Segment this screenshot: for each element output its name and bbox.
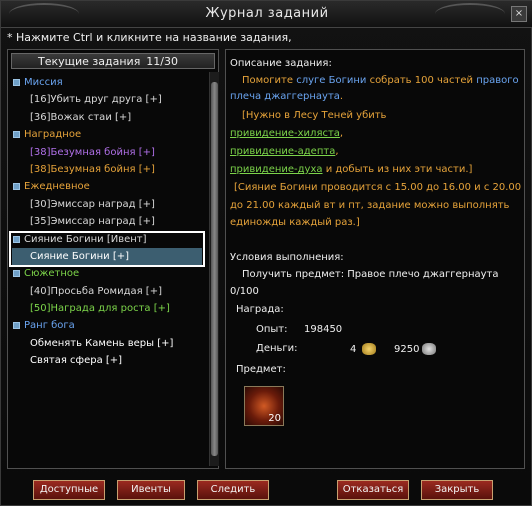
quest-item-label: [38]Безумная бойня [+] [30, 163, 155, 175]
quest-item[interactable]: [36]Вожак стаи [+] [12, 109, 202, 126]
quest-item[interactable]: [16]Убить друг друга [+] [12, 91, 202, 108]
silver-coin-icon [422, 343, 436, 355]
quest-category[interactable]: Сияние Богини [Ивент] [12, 231, 202, 248]
money-label: Деньги: [256, 343, 298, 354]
monster-link-row-3: привидение-духа и добыть из них эти част… [230, 164, 472, 175]
description-line-3: [Нужно в Лесу Теней убить [242, 110, 387, 121]
quest-journal-window: Журнал заданий × * Нажмите Ctrl и кликни… [0, 0, 532, 506]
quest-item-label: [50]Награда для роста [+] [30, 303, 170, 315]
monster-link-spirit[interactable]: привидение-духа [230, 164, 323, 175]
monster-link-hilyast[interactable]: привидение-хиляста [230, 128, 340, 139]
reward-label: Награда: [236, 304, 284, 315]
track-quest-button[interactable]: Следить [197, 480, 269, 500]
item-name-part: плеча джаггернаута [230, 91, 340, 102]
window-title: Журнал заданий [205, 6, 329, 21]
close-window-button[interactable]: × [511, 6, 527, 22]
exp-value: 198450 [304, 324, 343, 335]
event-info-line-1: [Сияние Богини проводится с 15.00 до 16.… [234, 182, 522, 193]
quest-item-label: Святая сфера [+] [30, 355, 123, 367]
quest-list-scrollbar[interactable] [209, 72, 219, 466]
item-name-part: правого [476, 75, 519, 86]
hint-text: * Нажмите Ctrl и кликните на название за… [7, 31, 292, 44]
available-quests-button[interactable]: Доступные [33, 480, 105, 500]
reward-item-quantity: 20 [268, 413, 281, 424]
desc-text: . [339, 91, 344, 102]
quest-category-label: Ранг бога [24, 320, 75, 332]
scrollbar-thumb[interactable] [211, 82, 218, 456]
npc-name: слуге Богини [296, 75, 367, 86]
condition-item: Получить предмет: Правое плечо джаггерна… [242, 269, 499, 280]
event-info-line-2: до 21.00 каждый вт и пт, задание можно в… [230, 200, 510, 211]
quest-category-label: Сияние Богини [Ивент] [24, 233, 147, 245]
gold-coin-icon [362, 343, 376, 355]
quest-item-label: Сияние Богини [+] [30, 250, 129, 262]
quest-item[interactable]: Обменять Камень веры [+] [12, 335, 202, 352]
quest-item[interactable]: [50]Награда для роста [+] [12, 300, 202, 317]
collapse-toggle-icon[interactable] [13, 322, 20, 330]
reward-item-slot[interactable]: 20 [244, 386, 284, 426]
desc-text: собрать [366, 75, 415, 86]
quest-item[interactable]: [35]Эмиссар наград [+] [12, 213, 202, 230]
quest-details-panel: Описание задания: Помогите слуге Богини … [225, 49, 525, 469]
silver-value: 9250 [394, 344, 420, 355]
description-line-2: плеча джаггернаута. [230, 91, 343, 102]
quest-category[interactable]: Миссия [12, 74, 202, 91]
description-line-1: Помогите слуге Богини собрать 100 частей… [242, 75, 519, 86]
current-quests-header[interactable]: Текущие задания 11/30 [11, 53, 215, 69]
close-button[interactable]: Закрыть [421, 480, 493, 500]
quest-category-label: Сюжетное [24, 268, 80, 280]
monster-link-row-2: привидение-адепта, [230, 146, 339, 157]
event-info-line-3: единожды каждый раз.] [230, 217, 360, 228]
quest-item[interactable]: Сияние Богини [+] [12, 247, 202, 266]
collapse-toggle-icon[interactable] [13, 235, 20, 243]
desc-text: и добыть из них эти части.] [322, 164, 473, 175]
conditions-label: Условия выполнения: [230, 252, 344, 263]
quest-item-label: [36]Вожак стаи [+] [30, 111, 132, 123]
quest-item-label: [38]Безумная бойня [+] [30, 146, 155, 158]
quest-category[interactable]: Ранг бога [12, 317, 202, 334]
desc-text: частей [433, 75, 477, 86]
quest-item[interactable]: [30]Эмиссар наград [+] [12, 196, 202, 213]
exp-label: Опыт: [256, 324, 288, 335]
quest-tree: Миссия [16]Убить друг друга [+] [36]Вожак … [12, 74, 202, 370]
desc-text: Помогите [242, 75, 297, 86]
desc-text: , [339, 128, 344, 139]
desc-amount: 100 [414, 75, 434, 86]
gold-value: 4 [350, 344, 357, 355]
collapse-toggle-icon[interactable] [13, 79, 20, 86]
quest-category[interactable]: Наградное [12, 126, 202, 143]
current-quests-title: Текущие задания [38, 55, 141, 68]
quest-category-label: Миссия [24, 77, 63, 88]
quest-item-label: [40]Просьба Ромидая [+] [30, 285, 162, 297]
progress-counter: 0/100 [230, 286, 259, 297]
quest-item[interactable]: [38]Безумная бойня [+] [12, 161, 202, 178]
abandon-quest-button[interactable]: Отказаться [337, 480, 409, 500]
quest-item[interactable]: Святая сфера [+] [12, 352, 202, 369]
item-reward-label: Предмет: [236, 364, 286, 375]
quest-item-label: [16]Убить друг друга [+] [30, 94, 162, 106]
quest-item[interactable]: [38]Безумная бойня [+] [12, 144, 202, 161]
collapse-toggle-icon[interactable] [13, 131, 20, 139]
quest-count: 11/30 [146, 55, 178, 68]
quest-list-panel: Текущие задания 11/30 Миссия [16]Убить др… [7, 49, 219, 469]
desc-text: , [335, 146, 339, 157]
events-button[interactable]: Ивенты [117, 480, 185, 500]
quest-item-label: [30]Эмиссар наград [+] [30, 198, 155, 210]
quest-item-label: Обменять Камень веры [+] [30, 337, 174, 349]
description-label: Описание задания: [230, 58, 332, 69]
quest-category[interactable]: Ежедневное [12, 178, 202, 195]
quest-category[interactable]: Сюжетное [12, 265, 202, 282]
quest-item[interactable]: [40]Просьба Ромидая [+] [12, 283, 202, 300]
quest-category-label: Наградное [24, 129, 82, 141]
quest-item-label: [35]Эмиссар наград [+] [30, 216, 155, 228]
title-bar[interactable]: Журнал заданий × [1, 1, 532, 28]
collapse-toggle-icon[interactable] [13, 270, 20, 278]
monster-link-row-1: привидение-хиляста, [230, 128, 343, 139]
quest-category-label: Ежедневное [24, 181, 90, 193]
collapse-toggle-icon[interactable] [13, 183, 20, 191]
monster-link-adept[interactable]: привидение-адепта [230, 146, 335, 157]
